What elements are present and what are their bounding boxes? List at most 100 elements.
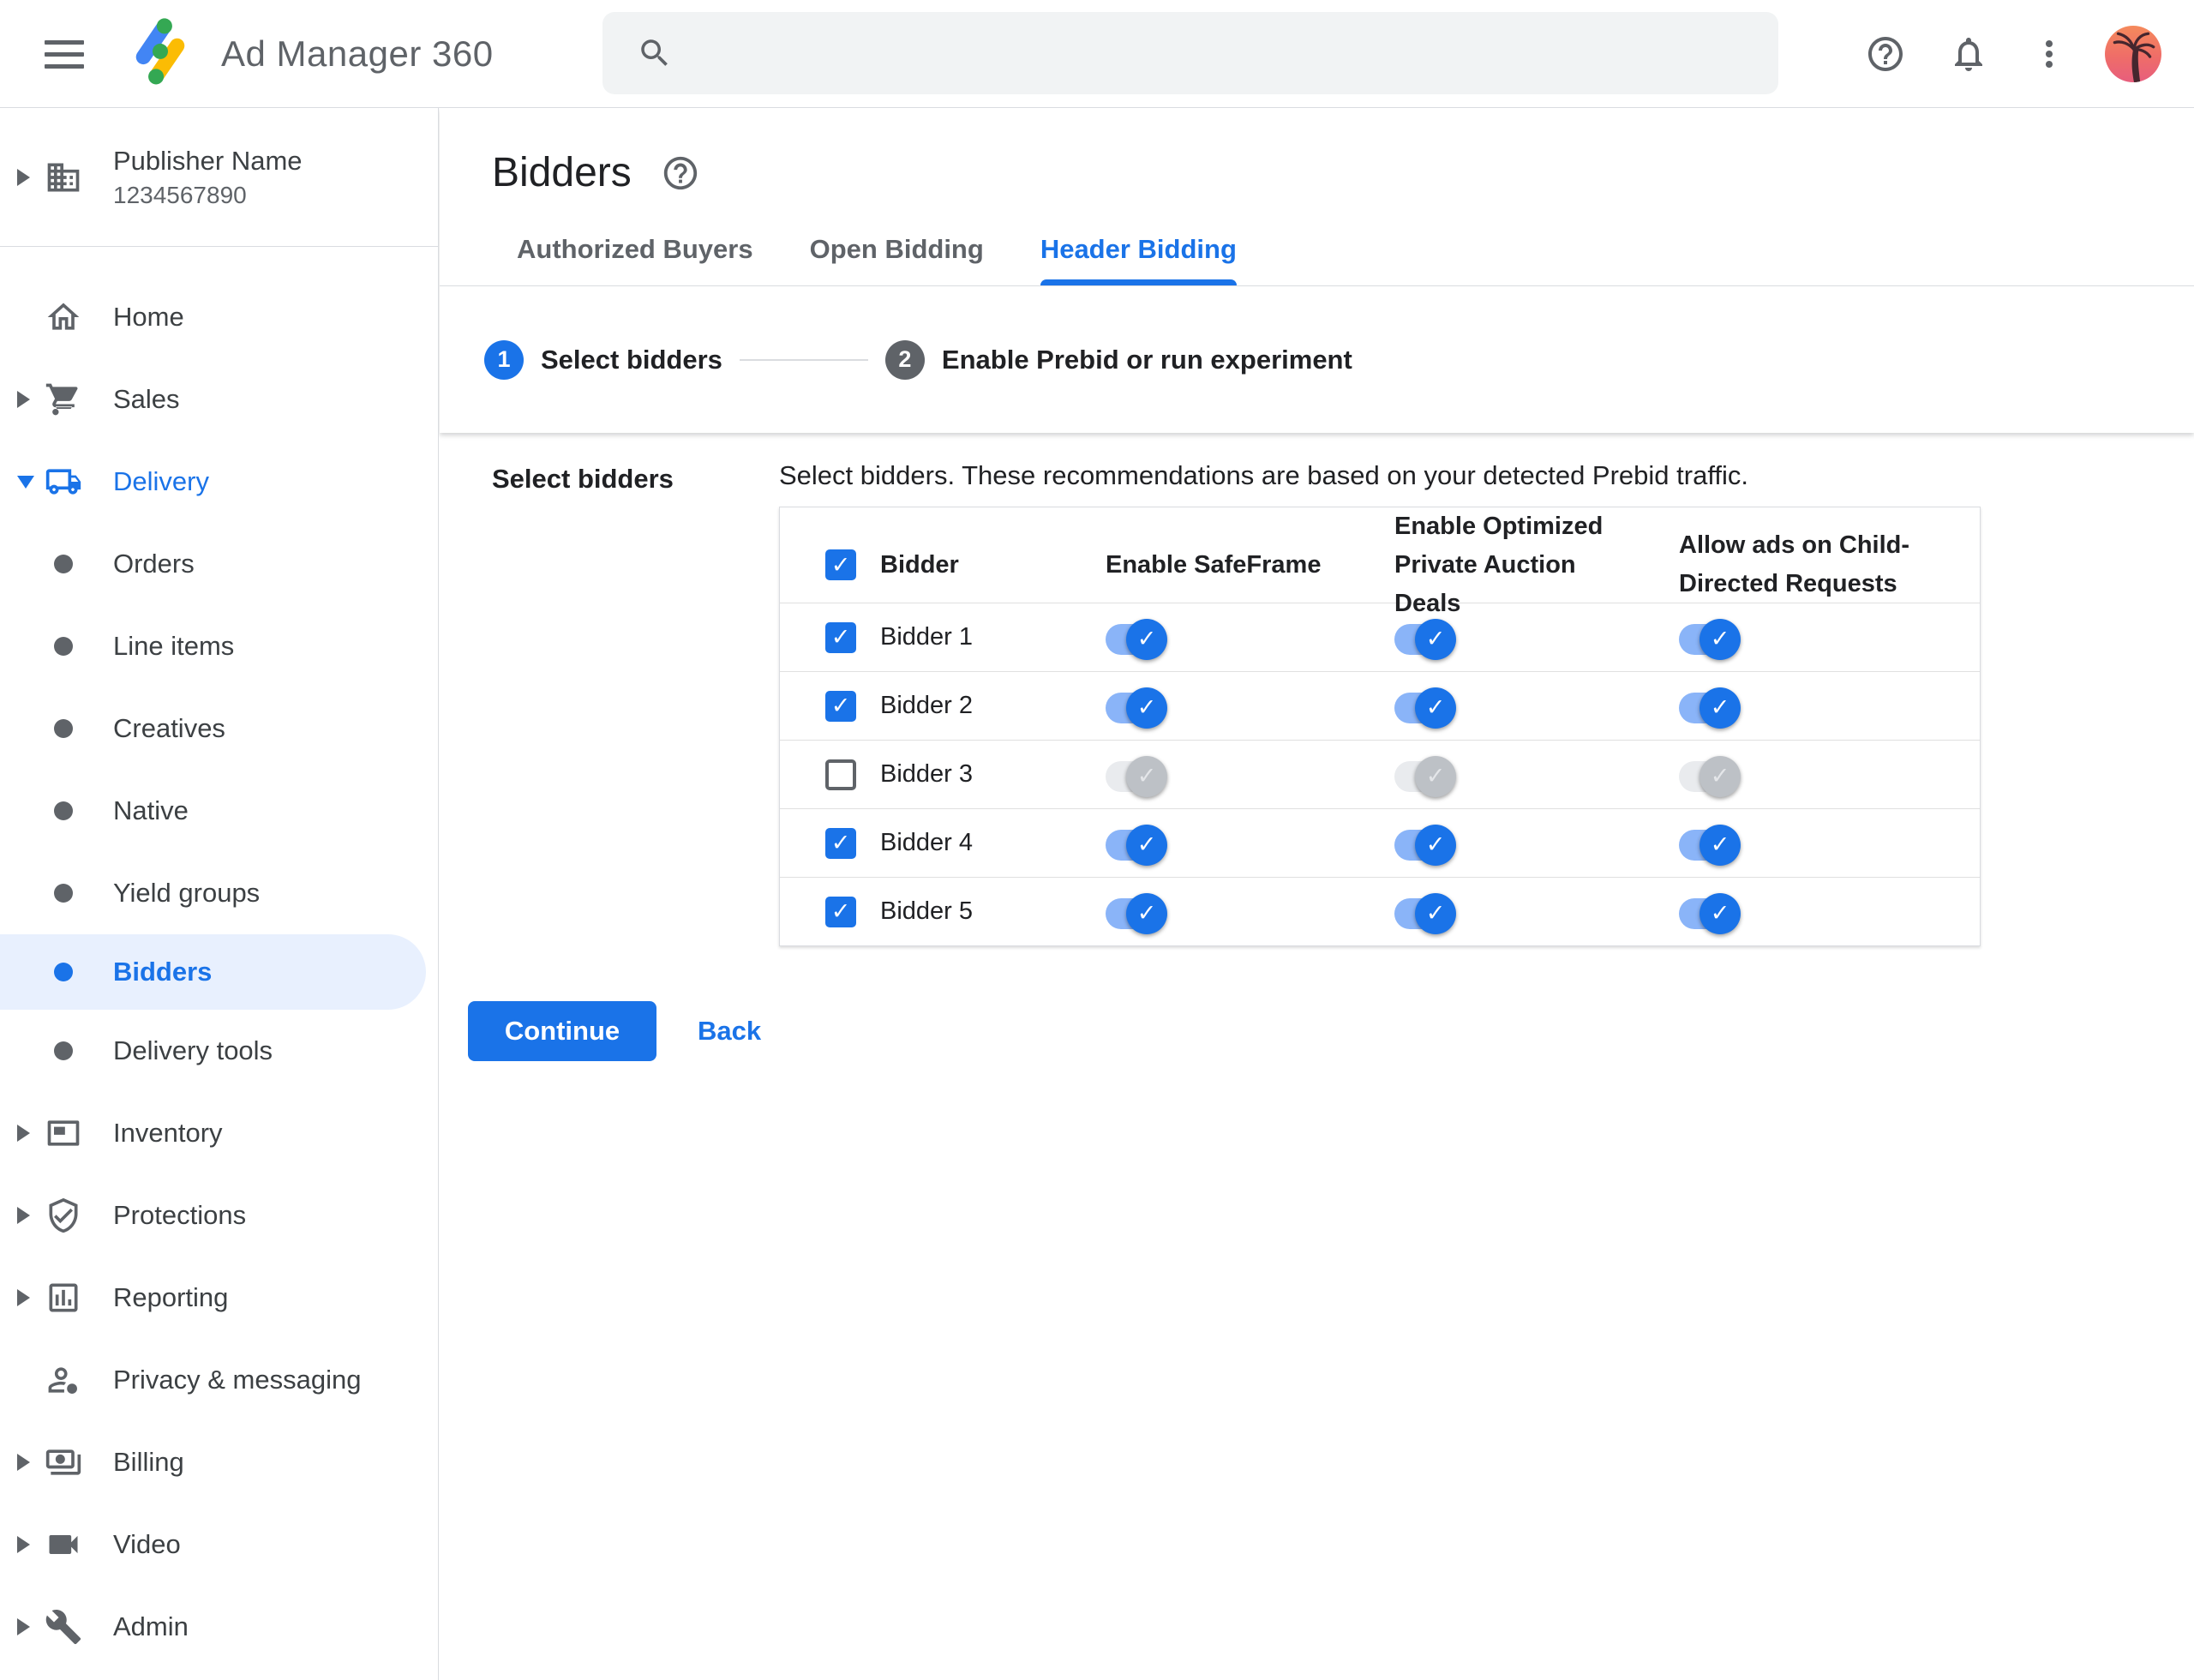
- sidebar-nav: Publisher Name 1234567890 Home Sales Deliv…: [0, 108, 439, 1680]
- bullet-icon: [45, 710, 82, 747]
- chevron-right-icon: [17, 1289, 30, 1306]
- toggle-thumb: ✓: [1699, 824, 1741, 866]
- app-title: Ad Manager 360: [221, 33, 494, 74]
- bullet-icon: [45, 792, 82, 830]
- page-help-icon[interactable]: [661, 153, 700, 193]
- back-button[interactable]: Back: [698, 1016, 761, 1047]
- publisher-name: Publisher Name: [113, 145, 303, 176]
- table-row-bidder-4: ✓ Bidder 4 ✓ ✓ ✓: [780, 808, 1980, 877]
- sidebar-item-delivery-tools[interactable]: Delivery tools: [0, 1010, 438, 1092]
- child-directed-toggle[interactable]: ✓: [1679, 618, 1741, 660]
- page-title: Bidders: [492, 150, 632, 195]
- row-checkbox[interactable]: ✓: [825, 621, 856, 653]
- sidebar-item-protections[interactable]: Protections: [0, 1174, 438, 1257]
- toggle-thumb: ✓: [1415, 892, 1456, 934]
- table-row-bidder-1: ✓ Bidder 1 ✓ ✓ ✓: [780, 603, 1980, 671]
- optimized-deals-toggle[interactable]: ✓: [1394, 618, 1456, 660]
- child-directed-toggle[interactable]: ✓: [1679, 755, 1741, 797]
- sidebar-item-native[interactable]: Native: [0, 770, 438, 852]
- optimized-deals-toggle[interactable]: ✓: [1394, 892, 1456, 934]
- sidebar-item-yield-groups[interactable]: Yield groups: [0, 852, 438, 934]
- admin-icon: [45, 1608, 82, 1646]
- sidebar-item-privacy-messaging[interactable]: Privacy & messaging: [0, 1339, 438, 1421]
- optimized-deals-toggle[interactable]: ✓: [1394, 824, 1456, 866]
- building-icon: [45, 159, 82, 196]
- ad-manager-logo-icon: [125, 12, 195, 96]
- sidebar-item-home[interactable]: Home: [0, 276, 438, 358]
- sidebar-item-bidders[interactable]: Bidders: [0, 934, 426, 1010]
- toggle-thumb: ✓: [1415, 755, 1456, 797]
- toggle-thumb: ✓: [1415, 824, 1456, 866]
- row-checkbox[interactable]: ✓: [825, 549, 856, 581]
- safeframe-toggle[interactable]: ✓: [1106, 687, 1167, 729]
- tab-authorized-buyers[interactable]: Authorized Buyers: [517, 234, 753, 285]
- sidebar-item-sales[interactable]: Sales: [0, 358, 438, 441]
- hamburger-menu-icon[interactable]: [45, 28, 96, 80]
- sidebar-item-reporting[interactable]: Reporting: [0, 1257, 438, 1339]
- step-label: Select bidders: [541, 344, 722, 375]
- sidebar-item-label: Line items: [113, 631, 235, 661]
- safeframe-toggle[interactable]: ✓: [1106, 824, 1167, 866]
- safeframe-toggle[interactable]: ✓: [1106, 618, 1167, 660]
- continue-button[interactable]: Continue: [468, 1001, 656, 1061]
- column-header-safeframe: Enable SafeFrame: [1106, 550, 1322, 579]
- sidebar-item-label: Reporting: [113, 1282, 229, 1312]
- section-label: Select bidders: [492, 464, 674, 494]
- row-checkbox[interactable]: ✓: [825, 690, 856, 722]
- sidebar-item-video[interactable]: Video: [0, 1503, 438, 1586]
- tab-header-bidding[interactable]: Header Bidding: [1040, 234, 1238, 285]
- safeframe-toggle[interactable]: ✓: [1106, 892, 1167, 934]
- optimized-deals-toggle[interactable]: ✓: [1394, 755, 1456, 797]
- bidders-table: ✓ Bidder Enable SafeFrame Enable Optimized …: [779, 507, 1981, 946]
- table-header-row: ✓ Bidder Enable SafeFrame Enable Optimized …: [780, 507, 1980, 617]
- safeframe-toggle[interactable]: ✓: [1106, 755, 1167, 797]
- notifications-icon[interactable]: [1946, 32, 1991, 76]
- help-icon[interactable]: [1863, 32, 1908, 76]
- toggle-thumb: ✓: [1126, 618, 1167, 660]
- actions-row: Continue Back: [440, 1001, 2194, 1061]
- sidebar-item-line-items[interactable]: Line items: [0, 605, 438, 687]
- child-directed-toggle[interactable]: ✓: [1679, 892, 1741, 934]
- sidebar-item-admin[interactable]: Admin: [0, 1586, 438, 1668]
- top-app-bar: Ad Manager 360: [0, 0, 2194, 108]
- toggle-thumb: ✓: [1415, 618, 1456, 660]
- shield-icon: [45, 1197, 82, 1234]
- account-avatar[interactable]: [2105, 26, 2161, 82]
- sidebar-item-inventory[interactable]: Inventory: [0, 1092, 438, 1174]
- privacy-icon: [45, 1361, 82, 1399]
- step-connector: [739, 358, 868, 361]
- step-content: Select bidders Select bidders. These rec…: [440, 433, 2194, 1061]
- publisher-id: 1234567890: [113, 181, 247, 208]
- sidebar-item-creatives[interactable]: Creatives: [0, 687, 438, 770]
- ad-manager-app: Ad Manager 360 Publisher Name 1234567890…: [0, 0, 2194, 1680]
- stepper: 1 Select bidders 2 Enable Prebid or run exp…: [440, 286, 2194, 433]
- bidder-name: Bidder 4: [880, 829, 974, 856]
- chevron-down-icon: [17, 475, 34, 489]
- sidebar-item-delivery[interactable]: Delivery: [0, 441, 438, 523]
- tab-open-bidding[interactable]: Open Bidding: [810, 234, 984, 285]
- sidebar-item-orders[interactable]: Orders: [0, 523, 438, 605]
- row-checkbox[interactable]: ✓: [825, 896, 856, 927]
- toggle-thumb: ✓: [1126, 892, 1167, 934]
- child-directed-toggle[interactable]: ✓: [1679, 824, 1741, 866]
- optimized-deals-toggle[interactable]: ✓: [1394, 687, 1456, 729]
- step-1[interactable]: 1 Select bidders: [484, 339, 722, 380]
- more-options-icon[interactable]: [2027, 32, 2071, 76]
- toggle-thumb: ✓: [1699, 687, 1741, 729]
- toggle-thumb: ✓: [1699, 618, 1741, 660]
- bullet-icon: [45, 1032, 82, 1070]
- sidebar-item-label: Yield groups: [113, 878, 261, 908]
- chevron-right-icon: [17, 391, 30, 408]
- row-checkbox[interactable]: [825, 759, 856, 790]
- sidebar-item-billing[interactable]: Billing: [0, 1421, 438, 1503]
- publisher-selector[interactable]: Publisher Name 1234567890: [0, 108, 438, 247]
- search-icon: [641, 39, 668, 66]
- search-input[interactable]: [602, 12, 1778, 94]
- row-checkbox[interactable]: ✓: [825, 827, 856, 859]
- home-icon: [45, 298, 82, 336]
- column-header-bidder: Bidder: [880, 550, 959, 579]
- bullet-icon: [45, 545, 82, 583]
- child-directed-toggle[interactable]: ✓: [1679, 687, 1741, 729]
- step-2[interactable]: 2 Enable Prebid or run experiment: [884, 339, 1352, 380]
- sidebar-item-label: Native: [113, 795, 189, 825]
